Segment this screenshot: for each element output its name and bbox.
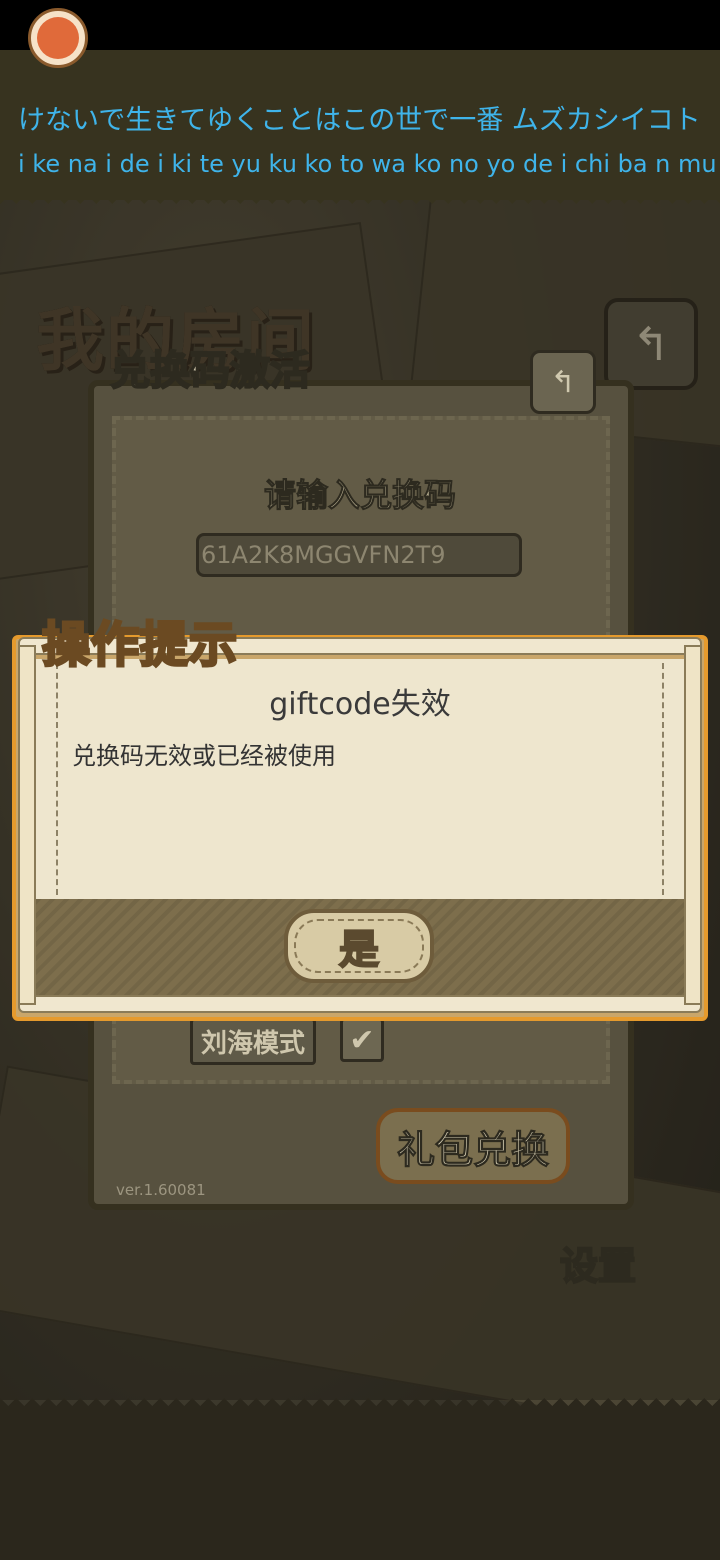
redeem-code-input[interactable]: 61A2K8MGGVFN2T9 <box>196 533 522 577</box>
lyrics-line-japanese: けないで生きてゆくことはこの世で一番 ムズカシイコト <box>18 105 701 136</box>
redeem-code-value: 61A2K8MGGVFN2T9 <box>201 541 446 569</box>
gift-redeem-button[interactable]: 礼包兑换 <box>376 1108 570 1184</box>
status-bar <box>0 0 720 50</box>
alert-dialog: 操作提示 giftcode失效 兑换码无效或已经被使用 是 <box>12 615 708 1022</box>
dialog-message: 兑换码无效或已经被使用 <box>72 742 336 770</box>
lyrics-line-romaji: i ke na i de i ki te yu ku ko to wa ko n… <box>18 150 717 178</box>
bottom-band <box>0 1406 720 1560</box>
dialog-title: 操作提示 <box>40 616 239 675</box>
bottom-zigzag <box>0 1390 720 1406</box>
dialog-heading: giftcode失效 <box>269 687 451 722</box>
confirm-yes-button[interactable]: 是 <box>284 909 434 983</box>
confirm-yes-label: 是 <box>338 926 380 974</box>
dialog-bottom-rod <box>18 995 702 1013</box>
back-arrow-icon: ↰ <box>550 364 576 400</box>
checkmark-icon: ✔ <box>349 1022 375 1058</box>
lyrics-overlay: けないで生きてゆくことはこの世で一番 ムズカシイコト i ke na i de … <box>0 50 720 200</box>
notch-mode-label: 刘海模式 <box>190 1018 317 1065</box>
settings-label[interactable]: 设置 <box>559 1235 637 1290</box>
redeem-back-button[interactable]: ↰ <box>530 350 596 414</box>
version-label: ver.1.60081 <box>116 1181 206 1199</box>
redeem-panel-title: 兑换码激活 <box>109 347 311 395</box>
zigzag-divider <box>0 196 720 212</box>
notch-mode-checkbox[interactable]: ✔ <box>340 1018 384 1062</box>
app-logo-icon[interactable] <box>28 8 88 68</box>
code-prompt-label: 请输入兑换码 <box>263 476 456 515</box>
